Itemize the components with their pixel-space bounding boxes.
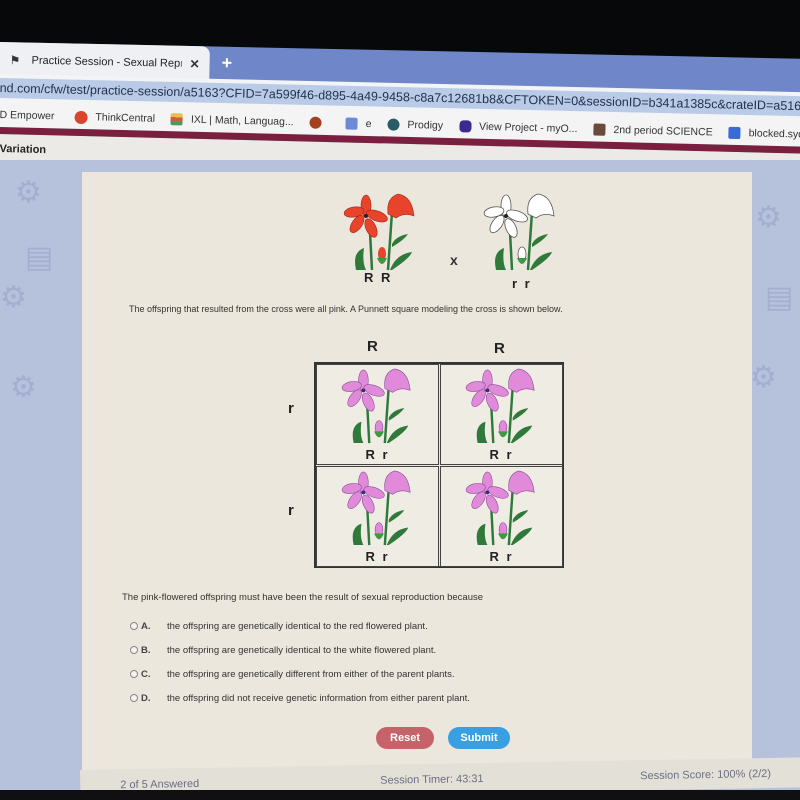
question-card: R R x r r The offspring that resulted fr… bbox=[82, 172, 752, 772]
screen-bezel bbox=[0, 790, 800, 800]
bookmark-label: e bbox=[365, 117, 372, 131]
page-title: Variation bbox=[0, 142, 47, 157]
badge-icon: ⚙ bbox=[0, 281, 27, 314]
flag-icon: ⚑ bbox=[9, 53, 21, 68]
genotype-label: R R bbox=[364, 270, 393, 285]
cell-genotype: R r bbox=[489, 549, 514, 564]
red-flower-icon bbox=[343, 193, 415, 271]
reset-button[interactable]: Reset bbox=[376, 727, 434, 749]
option-letter: D. bbox=[141, 692, 151, 704]
submit-button[interactable]: Submit bbox=[448, 727, 510, 749]
question-stem: The pink-flowered offspring must have be… bbox=[122, 592, 484, 603]
option-letter: A. bbox=[141, 620, 151, 632]
option-b[interactable]: B. the offspring are genetically identic… bbox=[130, 638, 470, 662]
option-text: the offspring did not receive genetic in… bbox=[167, 692, 470, 704]
radio-button[interactable] bbox=[130, 670, 138, 678]
option-a[interactable]: A. the offspring are genetically identic… bbox=[130, 614, 470, 638]
cell-genotype: R r bbox=[365, 447, 390, 462]
answer-options: A. the offspring are genetically identic… bbox=[130, 614, 470, 710]
punnett-column-header: R bbox=[494, 340, 505, 357]
radio-button[interactable] bbox=[130, 622, 138, 630]
session-timer: Session Timer: 43:31 bbox=[380, 772, 484, 787]
badge-icon: ⚙ bbox=[15, 176, 42, 209]
punnett-cell: R r bbox=[440, 466, 563, 567]
option-letter: B. bbox=[141, 644, 151, 656]
radio-button[interactable] bbox=[130, 646, 138, 654]
bookmark-label: View Project - myO... bbox=[478, 120, 578, 136]
bookmark-thinkcentral[interactable]: ThinkCentral bbox=[74, 110, 155, 125]
genotype-label: r r bbox=[512, 276, 532, 291]
parent-white: r r bbox=[482, 192, 572, 292]
bookmark-label: blocked.syd-1.linew... bbox=[748, 127, 800, 142]
option-letter: C. bbox=[141, 668, 151, 680]
bookmark-t[interactable]: e bbox=[345, 117, 372, 131]
bookmark-view-project[interactable]: View Project - myO... bbox=[458, 120, 578, 136]
radio-button[interactable] bbox=[130, 694, 138, 702]
punnett-square: R r R r R r R r bbox=[314, 362, 564, 568]
certificate-icon: ▤ bbox=[25, 241, 54, 274]
option-text: the offspring are genetically identical … bbox=[167, 620, 428, 632]
bookmark-ixl[interactable]: IXL | Math, Languag... bbox=[170, 113, 294, 129]
close-tab-icon[interactable]: ✕ bbox=[189, 57, 199, 71]
cell-genotype: R r bbox=[365, 549, 390, 564]
bookmark-label: D Empower bbox=[0, 108, 55, 123]
parent-red: R R bbox=[342, 192, 432, 292]
bookmark-blocked[interactable]: blocked.syd-1.linew... bbox=[728, 126, 800, 142]
cross-symbol: x bbox=[450, 252, 458, 268]
circle-icon bbox=[74, 110, 88, 124]
white-flower-icon bbox=[483, 193, 555, 271]
scratch-icon bbox=[458, 120, 472, 133]
tab-title: Practice Session - Sexual Reprod bbox=[31, 54, 182, 70]
bookmark-label: 2nd period SCIENCE bbox=[613, 123, 713, 139]
badge-icon: ⚙ bbox=[10, 371, 37, 404]
badge-icon: ⚙ bbox=[755, 201, 782, 234]
session-score: Session Score: 100% (2/2) bbox=[640, 767, 772, 783]
bookmark-empower[interactable]: D Empower bbox=[0, 109, 55, 122]
ixl-icon bbox=[170, 113, 184, 126]
punnett-cell: R r bbox=[316, 364, 439, 465]
new-tab-button[interactable]: + bbox=[221, 53, 232, 74]
bookmark-science[interactable]: 2nd period SCIENCE bbox=[593, 123, 713, 139]
punnett-cell: R r bbox=[316, 466, 439, 567]
cell-genotype: R r bbox=[489, 447, 514, 462]
badge-icon: ⚙ bbox=[750, 361, 777, 394]
option-text: the offspring are genetically identical … bbox=[167, 644, 437, 656]
question-prompt: The offspring that resulted from the cro… bbox=[129, 304, 563, 314]
option-text: the offspring are genetically different … bbox=[167, 668, 455, 680]
people-icon bbox=[728, 126, 741, 140]
certificate-icon: ▤ bbox=[765, 281, 794, 314]
prodigy-icon bbox=[387, 118, 400, 131]
bookmark-label: IXL | Math, Languag... bbox=[190, 113, 294, 129]
pumpkin-icon bbox=[309, 116, 322, 129]
t-icon bbox=[345, 117, 358, 130]
bookmark-label: ThinkCentral bbox=[95, 111, 156, 125]
screen: ⚑ Practice Session - Sexual Reprod ✕ + n… bbox=[0, 0, 800, 800]
bookmark-label: Prodigy bbox=[407, 118, 444, 132]
punnett-column-header: R bbox=[367, 338, 378, 355]
parent-cross: R R x r r bbox=[342, 192, 582, 292]
punnett-row-header: r bbox=[288, 502, 294, 519]
option-d[interactable]: D. the offspring did not receive genetic… bbox=[130, 686, 470, 710]
bookmark-pumpkin[interactable] bbox=[309, 116, 330, 129]
punnett-row-header: r bbox=[288, 400, 294, 417]
punnett-cell: R r bbox=[440, 364, 563, 465]
option-c[interactable]: C. the offspring are genetically differe… bbox=[130, 662, 470, 686]
bookmark-prodigy[interactable]: Prodigy bbox=[387, 118, 444, 132]
classroom-icon bbox=[593, 123, 606, 136]
